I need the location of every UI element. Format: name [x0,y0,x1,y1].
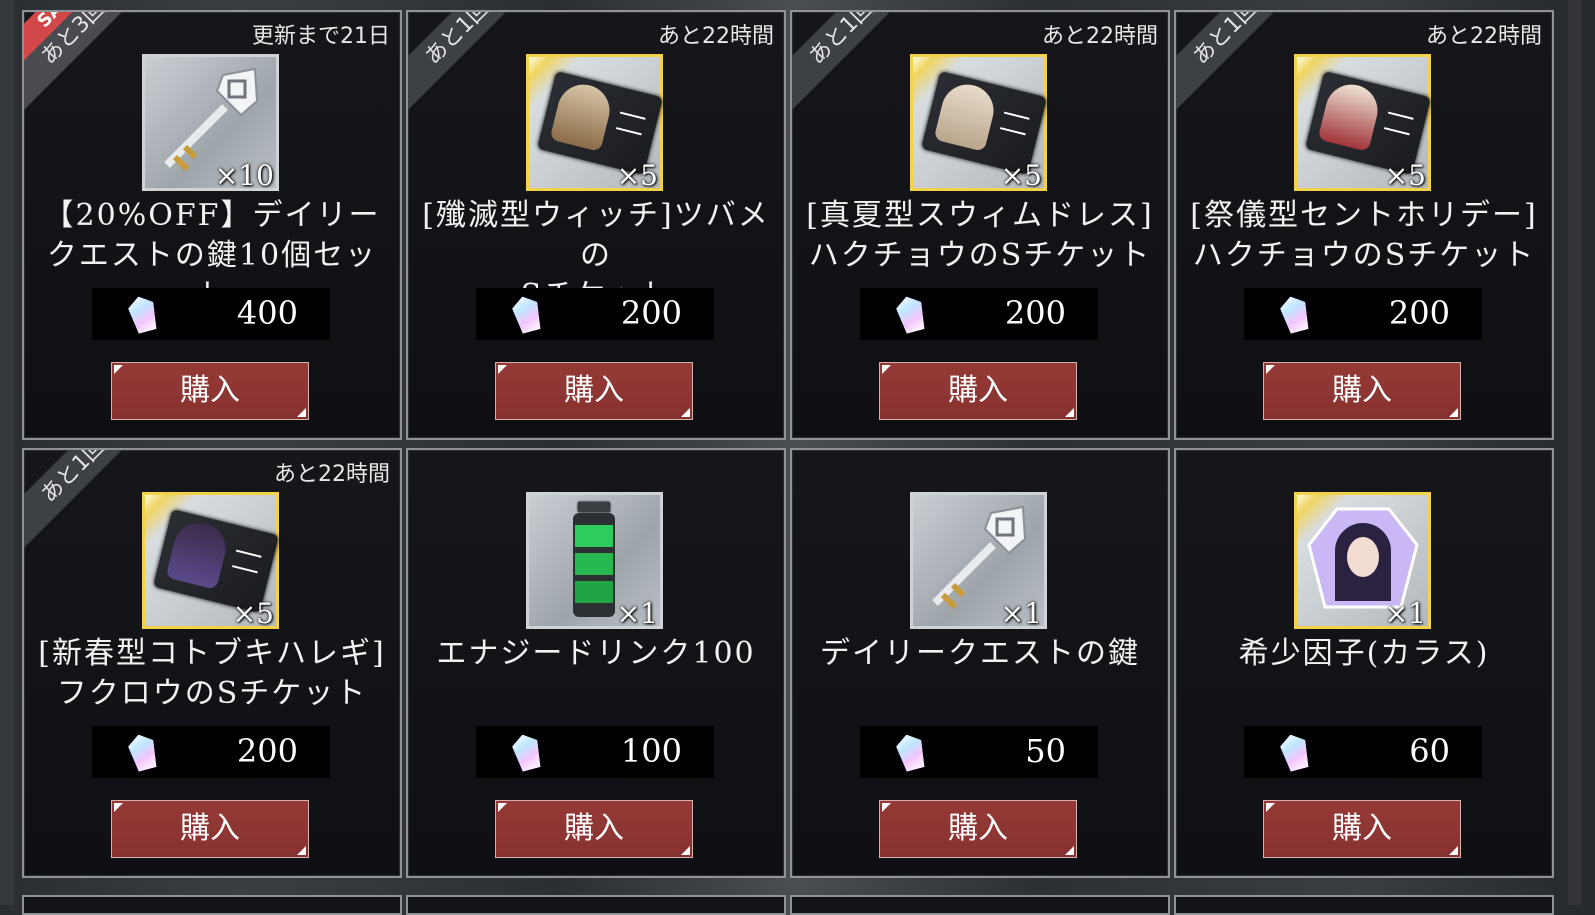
shop-item-card[interactable]: ×1 希少因子(カラス) 60 購入 [1174,448,1554,878]
item-name: 希少因子(カラス) [1238,636,1490,671]
buy-button[interactable]: 購入 [879,362,1077,420]
shop-item-card-partial [22,895,402,915]
price-box: 100 [476,726,714,778]
price-value: 400 [236,294,298,332]
remaining-count-badge: あと1回 [1176,12,1311,118]
shop-item-card[interactable]: あと1回 あと22時間 ×5 [真夏型スウィムドレス] ハクチョウのSチケット … [790,10,1170,440]
buy-button[interactable]: 購入 [1263,800,1461,858]
item-thumbnail: ×5 [142,492,280,630]
quantity-label: ×5 [1000,159,1042,192]
item-name: [新春型コトブキハレギ] フクロウのSチケット [38,636,386,711]
shop-item-card[interactable]: あと3回 SALE 更新まで21日 ×10 【20%OFF】デイリー クエストの… [22,10,402,440]
price-box: 200 [476,288,714,340]
item-thumbnail: ×1 [1294,492,1431,630]
price-box: 60 [1244,726,1482,778]
price-value: 200 [620,294,682,332]
quantity-label: ×1 [616,597,658,630]
refresh-timer: あと22時間 [1426,24,1542,49]
item-name: [祭儀型セントホリデー] ハクチョウのSチケット [1190,198,1538,273]
item-thumbnail: ×5 [1294,54,1432,192]
remaining-count-badge: あと1回 [24,450,159,556]
item-name: エナジードリンク100 [436,636,756,671]
gem-icon [126,731,160,773]
price-box: 200 [1244,288,1482,340]
price-box: 400 [92,288,330,340]
gem-icon [894,293,928,335]
buy-button[interactable]: 購入 [1263,362,1461,420]
buy-button[interactable]: 購入 [111,362,309,420]
price-value: 200 [236,732,298,770]
shop-item-card[interactable]: あと1回 あと22時間 ×5 [新春型コトブキハレギ] フクロウのSチケット 2… [22,448,402,878]
buy-button[interactable]: 購入 [495,362,693,420]
item-thumbnail: ×1 [910,492,1047,630]
price-box: 50 [860,726,1098,778]
item-thumbnail: ×10 [142,54,279,192]
gem-icon [510,731,544,773]
quantity-label: ×5 [616,159,658,192]
buy-button[interactable]: 購入 [111,800,309,858]
shop-item-card-partial [406,895,786,915]
shop-grid: あと3回 SALE 更新まで21日 ×10 【20%OFF】デイリー クエストの… [22,10,1582,915]
refresh-timer: 更新まで21日 [252,24,390,49]
quantity-label: ×1 [1384,597,1426,630]
quantity-label: ×5 [232,597,274,630]
price-box: 200 [92,726,330,778]
gem-icon [1278,731,1312,773]
shop-item-card[interactable]: あと1回 あと22時間 ×5 [殲滅型ウィッチ]ツバメの Sチケット 200 購… [406,10,786,440]
price-value: 200 [1388,294,1450,332]
item-thumbnail: ×1 [526,492,663,630]
shop-item-card[interactable]: ×1 デイリークエストの鍵 50 購入 [790,448,1170,878]
price-box: 200 [860,288,1098,340]
quantity-label: ×10 [214,159,274,192]
quantity-label: ×1 [1000,597,1042,630]
shop-item-card[interactable]: ×1 エナジードリンク100 100 購入 [406,448,786,878]
remaining-count-badge: あと1回 [792,12,927,118]
price-value: 200 [1004,294,1066,332]
shop-item-card-partial [1174,895,1554,915]
gem-icon [1278,293,1312,335]
price-value: 100 [620,732,682,770]
refresh-timer: あと22時間 [658,24,774,49]
buy-button[interactable]: 購入 [495,800,693,858]
item-thumbnail: ×5 [910,54,1048,192]
gem-icon [126,293,160,335]
shop-item-card[interactable]: あと1回 あと22時間 ×5 [祭儀型セントホリデー] ハクチョウのSチケット … [1174,10,1554,440]
refresh-timer: あと22時間 [274,462,390,487]
item-name: デイリークエストの鍵 [820,636,1140,671]
price-value: 60 [1409,732,1450,770]
quantity-label: ×5 [1384,159,1426,192]
gem-icon [894,731,928,773]
refresh-timer: あと22時間 [1042,24,1158,49]
buy-button[interactable]: 購入 [879,800,1077,858]
shop-item-card-partial [790,895,1170,915]
item-name: [真夏型スウィムドレス] ハクチョウのSチケット [806,198,1154,273]
remaining-count-badge: あと1回 [408,12,543,118]
item-thumbnail: ×5 [526,54,664,192]
price-value: 50 [1025,732,1066,770]
gem-icon [510,293,544,335]
